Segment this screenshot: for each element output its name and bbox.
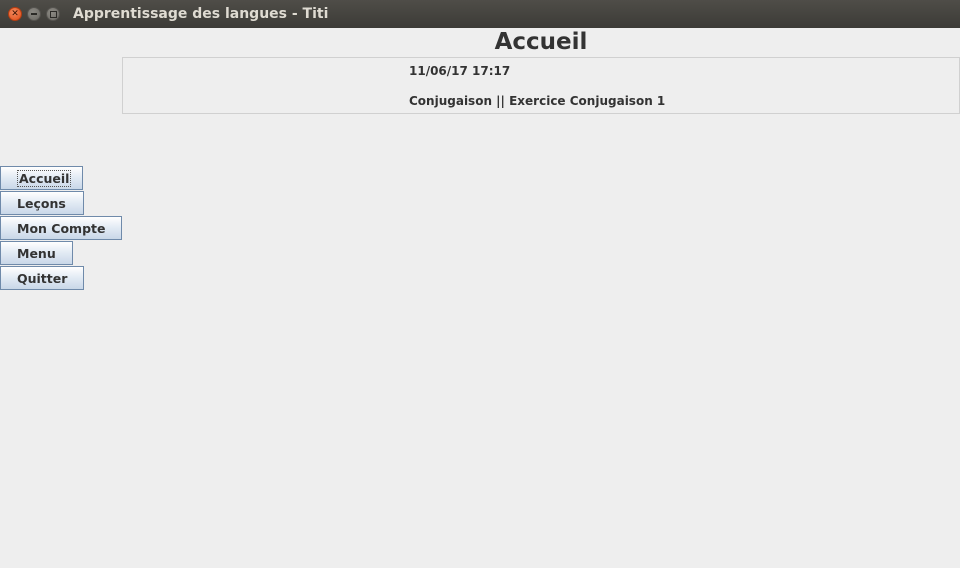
nav-accueil-button[interactable]: Accueil [0,166,83,190]
nav-menu-label: Menu [17,245,56,261]
current-datetime: 11/06/17 17:17 [409,64,511,78]
window-title: Apprentissage des langues - Titi [73,6,329,22]
last-activity-label: Conjugaison || Exercice Conjugaison 1 [409,94,666,108]
app-window: ✕ Apprentissage des langues - Titi Accue… [0,0,960,568]
nav-mon-compte-label: Mon Compte [17,220,106,236]
maximize-window-button[interactable] [46,7,60,21]
nav-lecons-button[interactable]: Leçons [0,191,84,215]
title-bar[interactable]: ✕ Apprentissage des langues - Titi [0,0,960,28]
minimize-window-button[interactable] [27,7,41,21]
nav-lecons-label: Leçons [17,195,66,211]
maximize-icon [49,10,57,18]
close-window-button[interactable]: ✕ [8,7,22,21]
nav-mon-compte-button[interactable]: Mon Compte [0,216,122,240]
info-panel: 11/06/17 17:17 Conjugaison || Exercice C… [122,57,960,114]
page-title: Accueil [494,29,588,55]
minimize-icon [31,13,37,15]
nav-menu-button[interactable]: Menu [0,241,73,265]
close-icon: ✕ [11,8,19,19]
nav-quitter-label: Quitter [17,270,68,286]
nav-accueil-label: Accueil [17,169,72,187]
nav-quitter-button[interactable]: Quitter [0,266,84,290]
